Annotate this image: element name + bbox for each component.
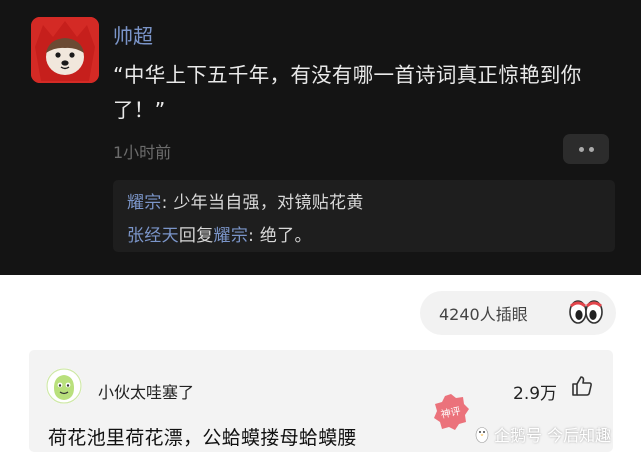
comment-time: 1小时前: [113, 143, 172, 162]
like-count: 2.9万: [513, 384, 558, 404]
penguin-icon: [475, 427, 489, 443]
stamp-badge-icon: 神评: [434, 394, 469, 430]
watermark: 企鹅号 今后知趣: [474, 422, 611, 446]
reaction-count: 4240人插眼: [439, 305, 528, 324]
comment-username[interactable]: 帅超: [113, 20, 153, 49]
more-dots-icon: [588, 146, 594, 152]
more-dots-icon: [578, 146, 584, 152]
reply-author[interactable]: 耀宗: [127, 193, 162, 213]
reply-author[interactable]: 张经天: [127, 226, 179, 246]
reply-separator: :: [248, 226, 260, 246]
comment-text: “中华上下五千年，有没有哪一首诗词真正惊艳到你了！”: [113, 63, 582, 122]
watermark-text: 企鹅号 今后知趣: [494, 426, 612, 445]
eyes-icon[interactable]: [568, 297, 604, 327]
reply-list: 耀宗: 少年当自强，对镜贴花黄 张经天回复耀宗: 绝了。: [113, 180, 615, 252]
thumbs-up-icon[interactable]: [570, 374, 594, 398]
more-options-button[interactable]: [563, 134, 609, 164]
reply-separator: :: [161, 193, 174, 213]
main-comment-panel: 帅超 “中华上下五千年，有没有哪一首诗词真正惊艳到你了！” 1小时前 耀宗: 少…: [0, 0, 641, 275]
reply-text: 少年当自强，对镜贴花黄: [173, 193, 364, 213]
reply-target[interactable]: 耀宗: [214, 226, 249, 246]
card-comment-text: 荷花池里荷花漂，公蛤蟆搂母蛤蟆腰: [48, 427, 357, 449]
reply-verb: 回复: [178, 226, 214, 246]
reply-item[interactable]: 耀宗: 少年当自强，对镜贴花黄: [127, 188, 364, 213]
user-avatar[interactable]: [31, 17, 99, 83]
reply-item[interactable]: 张经天回复耀宗: 绝了。: [127, 221, 312, 246]
card-username[interactable]: 小伙太哇塞了: [98, 379, 194, 403]
reply-text: 绝了。: [259, 226, 312, 246]
card-avatar[interactable]: [46, 368, 82, 404]
